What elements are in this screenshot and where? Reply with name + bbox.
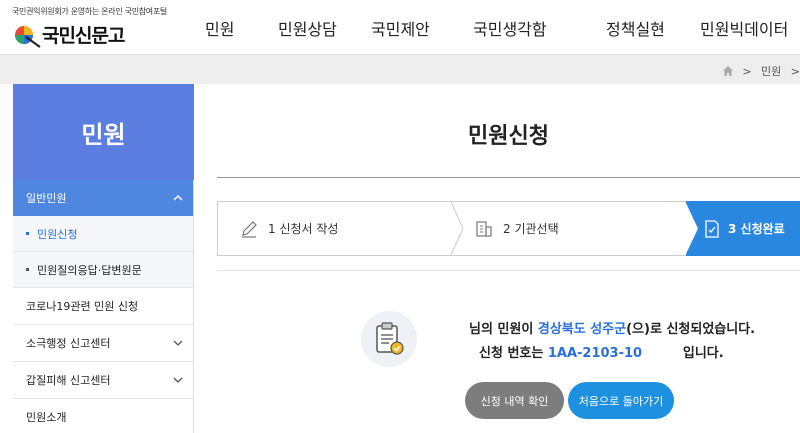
registration-message: 신청 번호는 1AA-2103-10 입니다. [479,342,724,361]
logo-text: 국민신문고 [42,25,125,47]
registration-number: 1AA-2103-10 [547,346,643,361]
title-divider [217,177,800,178]
message-prefix: 신청 번호는 [479,346,548,361]
go-home-button[interactable]: 처음으로 돌아가기 [568,382,674,419]
chevron-down-icon [173,340,183,346]
pencil-icon [242,220,257,238]
sidebar: 민원 일반민원 민원신청 민원질의응답·답변원문 코로나19관련 민원 신청 소… [13,84,194,433]
sidebar-group-general[interactable]: 일반민원 [13,180,193,216]
step-label: 2 기관선택 [503,222,559,236]
sidebar-item-label: 민원소개 [26,411,67,424]
home-icon[interactable] [722,66,733,76]
nav-item-policy[interactable]: 정책실현 [606,16,665,40]
nav-item-consult[interactable]: 민원상담 [278,16,337,40]
sidebar-item-apply[interactable]: 민원신청 [13,216,193,252]
sidebar-item-label: 갑질피해 신고센터 [26,374,111,387]
sidebar-item-passive-admin[interactable]: 소극행정 신고센터 [13,325,193,362]
chevron-up-icon [173,195,183,201]
chevron-down-icon [173,377,183,383]
sidebar-item-qna[interactable]: 민원질의응답·답변원문 [13,252,193,288]
bullet-icon [26,268,29,271]
sidebar-item-gapjil[interactable]: 갑질피해 신고센터 [13,362,193,399]
nav-item-bigdata[interactable]: 민원빅데이터 [700,16,788,40]
step-complete: 3 신청완료 [685,201,800,256]
nav-item-opinion[interactable]: 국민생각함 [473,16,547,40]
sidebar-group-label: 일반민원 [26,192,67,205]
logo-tagline: 국민권익위원회가 운영하는 온라인 국민참여포털 [12,7,167,16]
sidebar-item-label: 코로나19관련 민원 신청 [26,300,139,313]
breadcrumb: > 민원 > [722,63,800,79]
site-logo[interactable]: 국민권익위원회가 운영하는 온라인 국민참여포털 국민신문고 [12,6,202,50]
sidebar-title: 민원 [13,84,194,180]
step-complete-content: 3 신청완료 [704,201,785,256]
step-indicator: 1 신청서 작성 2 기관선택 3 신청완료 [217,201,800,256]
main-content: 민원신청 1 신청서 작성 2 기관선택 3 신청완료 님의 민원이 경상북도 … [217,84,800,433]
document-check-icon [705,219,719,238]
bullet-icon [26,232,29,235]
sidebar-item-covid[interactable]: 코로나19관련 민원 신청 [13,288,193,325]
breadcrumb-separator: > [790,65,800,78]
sidebar-item-label: 소극행정 신고센터 [26,337,111,350]
building-icon [476,220,492,237]
step-label: 1 신청서 작성 [268,222,339,236]
sidebar-item-label: 민원질의응답·답변원문 [37,263,142,277]
breadcrumb-bar: > 민원 > [0,54,800,84]
page-title: 민원신청 [468,124,549,149]
check-history-button[interactable]: 신청 내역 확인 [465,382,564,419]
step-arrow-icon [685,201,698,256]
message-prefix: 님의 민원이 [469,322,538,337]
message-suffix: (으)로 신청되었습니다. [626,322,756,337]
clipboard-check-icon [361,311,417,367]
agency-name: 경상북도 성주군 [537,322,627,337]
step-agency: 2 기관선택 [475,202,559,255]
breadcrumb-item[interactable]: 민원 [761,65,781,78]
result-message: 님의 민원이 경상북도 성주군(으)로 신청되었습니다. [469,318,755,337]
step-arrow-icon [450,202,464,255]
sidebar-item-intro[interactable]: 민원소개 [13,399,193,433]
section-divider [217,270,800,271]
nav-item-proposal[interactable]: 국민제안 [371,16,430,40]
step-label: 3 신청완료 [728,222,785,236]
breadcrumb-separator: > [742,65,752,78]
logo-mark-icon [15,26,41,48]
nav-item-minwon[interactable]: 민원 [205,16,234,40]
sidebar-item-label: 민원신청 [37,227,78,241]
step-write: 1 신청서 작성 [240,202,338,255]
site-header: 국민권익위원회가 운영하는 온라인 국민참여포털 국민신문고 민원 민원상담 국… [0,0,800,54]
message-suffix: 입니다. [682,346,724,361]
